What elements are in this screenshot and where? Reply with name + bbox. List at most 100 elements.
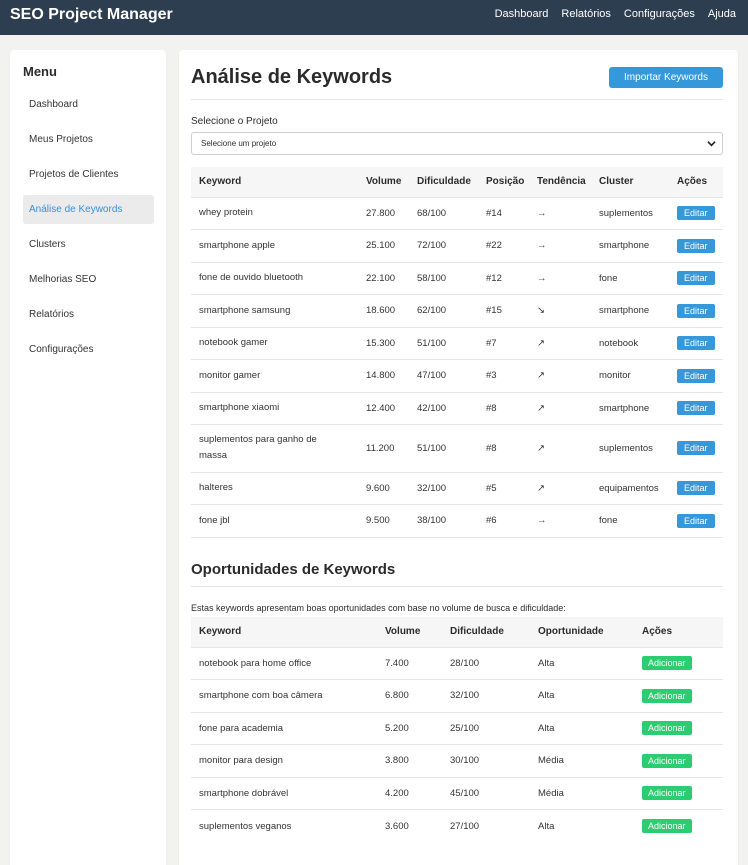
opportunities-description: Estas keywords apresentam boas oportunid… [191, 603, 566, 613]
volume-cell: 7.400 [377, 646, 442, 680]
edit-button[interactable]: Editar [677, 481, 715, 495]
volume-cell: 25.100 [358, 228, 409, 262]
keyword-cell: smartphone dobrável [191, 776, 377, 810]
top-navbar: SEO Project Manager Dashboard Relatórios… [0, 0, 748, 35]
volume-cell: 22.100 [358, 261, 409, 294]
add-button[interactable]: Adicionar [642, 721, 692, 736]
edit-button[interactable]: Editar [677, 238, 715, 253]
sidebar-item-clusters[interactable]: Clusters [23, 230, 154, 259]
add-button[interactable]: Adicionar [642, 688, 692, 703]
edit-button[interactable]: Editar [677, 271, 715, 285]
col-tendencia: Tendência [529, 167, 591, 197]
edit-button[interactable]: Editar [677, 368, 715, 383]
edit-button[interactable]: Editar [677, 336, 715, 350]
import-keywords-button[interactable]: Importar Keywords [609, 67, 723, 88]
position-cell: #7 [478, 326, 529, 359]
add-button[interactable]: Adicionar [642, 786, 692, 801]
position-cell: #15 [478, 293, 529, 327]
add-button[interactable]: Adicionar [642, 819, 692, 833]
trend-cell: → [529, 261, 591, 294]
trend-cell: → [529, 503, 591, 538]
col-keyword: Keyword [191, 167, 358, 197]
add-button[interactable]: Adicionar [642, 656, 692, 671]
position-cell: #14 [478, 196, 529, 229]
volume-cell: 12.400 [358, 391, 409, 424]
col-keyword: Keyword [191, 617, 377, 647]
sidebar-item-dashboard[interactable]: Dashboard [23, 90, 154, 119]
keyword-row: monitor gamer 14.800 47/100 #3 ↗ monitor Edita… [191, 358, 723, 392]
actions-cell: Editar [669, 261, 723, 294]
edit-button[interactable]: Editar [677, 441, 715, 455]
keyword-cell: suplementos veganos [191, 809, 377, 842]
trend-cell: ↗ [529, 423, 591, 472]
project-select[interactable]: Selecione um projeto [191, 132, 723, 155]
opportunity-cell: Média [530, 776, 634, 810]
keyword-row: smartphone apple 25.100 72/100 #22 → smartpho… [191, 228, 723, 262]
col-volume: Volume [358, 167, 409, 197]
sidebar-item-relatorios[interactable]: Relatórios [23, 300, 154, 329]
difficulty-cell: 47/100 [409, 358, 478, 392]
add-button[interactable]: Adicionar [642, 753, 692, 768]
keyword-cell: fone jbl [191, 503, 358, 538]
cluster-cell: smartphone [591, 228, 669, 262]
cluster-cell: monitor [591, 358, 669, 392]
keyword-cell: monitor gamer [191, 358, 358, 392]
nav-relatorios[interactable]: Relatórios [561, 8, 611, 20]
col-oportunidade: Oportunidade [530, 617, 634, 647]
col-acoes: Ações [634, 617, 723, 647]
keyword-cell: smartphone apple [191, 228, 358, 262]
sidebar-item-configuracoes[interactable]: Configurações [23, 335, 154, 364]
sidebar: Menu Dashboard Meus Projetos Projetos de… [10, 50, 166, 865]
position-cell: #12 [478, 261, 529, 294]
col-posicao: Posição [478, 167, 529, 197]
opportunity-cell: Alta [530, 679, 634, 712]
keyword-cell: smartphone xiaomi [191, 391, 358, 424]
opportunity-cell: Alta [530, 646, 634, 680]
keyword-row: halteres 9.600 32/100 #5 ↗ equipamentos Editar [191, 471, 723, 504]
cluster-cell: smartphone [591, 293, 669, 327]
trend-cell: ↗ [529, 358, 591, 392]
nav-dashboard[interactable]: Dashboard [495, 8, 549, 20]
difficulty-cell: 51/100 [409, 326, 478, 359]
difficulty-cell: 28/100 [442, 646, 530, 680]
keyword-cell: notebook para home office [191, 646, 377, 680]
keywords-table-header: Keyword Volume Dificuldade Posição Tendê… [191, 167, 723, 197]
trend-cell: ↗ [529, 391, 591, 424]
cluster-cell: equipamentos [591, 471, 669, 504]
position-cell: #22 [478, 228, 529, 262]
app-brand[interactable]: SEO Project Manager [10, 6, 173, 24]
position-cell: #8 [478, 423, 529, 472]
volume-cell: 9.500 [358, 503, 409, 538]
page-title: Análise de Keywords [191, 66, 393, 88]
nav-configuracoes[interactable]: Configurações [624, 8, 695, 20]
actions-cell: Editar [669, 293, 723, 327]
volume-cell: 4.200 [377, 776, 442, 810]
edit-button[interactable]: Editar [677, 303, 715, 318]
edit-button[interactable]: Editar [677, 513, 715, 528]
volume-cell: 14.800 [358, 358, 409, 392]
actions-cell: Editar [669, 423, 723, 472]
difficulty-cell: 32/100 [442, 679, 530, 712]
keyword-row: smartphone samsung 18.600 62/100 #15 ↘ smartp… [191, 293, 723, 327]
sidebar-item-analise-keywords[interactable]: Análise de Keywords [23, 195, 154, 224]
edit-button[interactable]: Editar [677, 401, 715, 415]
keyword-row: smartphone xiaomi 12.400 42/100 #8 ↗ smartpho… [191, 391, 723, 424]
opportunity-cell: Alta [530, 809, 634, 842]
difficulty-cell: 58/100 [409, 261, 478, 294]
keyword-cell: monitor para design [191, 744, 377, 777]
trend-cell: → [529, 228, 591, 262]
opportunities-table: Keyword Volume Dificuldade Oportunidade … [191, 617, 723, 842]
difficulty-cell: 62/100 [409, 293, 478, 327]
actions-cell: Editar [669, 358, 723, 392]
nav-ajuda[interactable]: Ajuda [708, 8, 736, 20]
actions-cell: Editar [669, 196, 723, 229]
position-cell: #5 [478, 471, 529, 504]
position-cell: #3 [478, 358, 529, 392]
sidebar-item-projetos-clientes[interactable]: Projetos de Clientes [23, 160, 154, 189]
edit-button[interactable]: Editar [677, 206, 715, 220]
keyword-cell: smartphone com boa câmera [191, 679, 377, 712]
actions-cell: Editar [669, 228, 723, 262]
sidebar-item-meus-projetos[interactable]: Meus Projetos [23, 125, 154, 154]
position-cell: #8 [478, 391, 529, 424]
sidebar-item-melhorias-seo[interactable]: Melhorias SEO [23, 265, 154, 294]
